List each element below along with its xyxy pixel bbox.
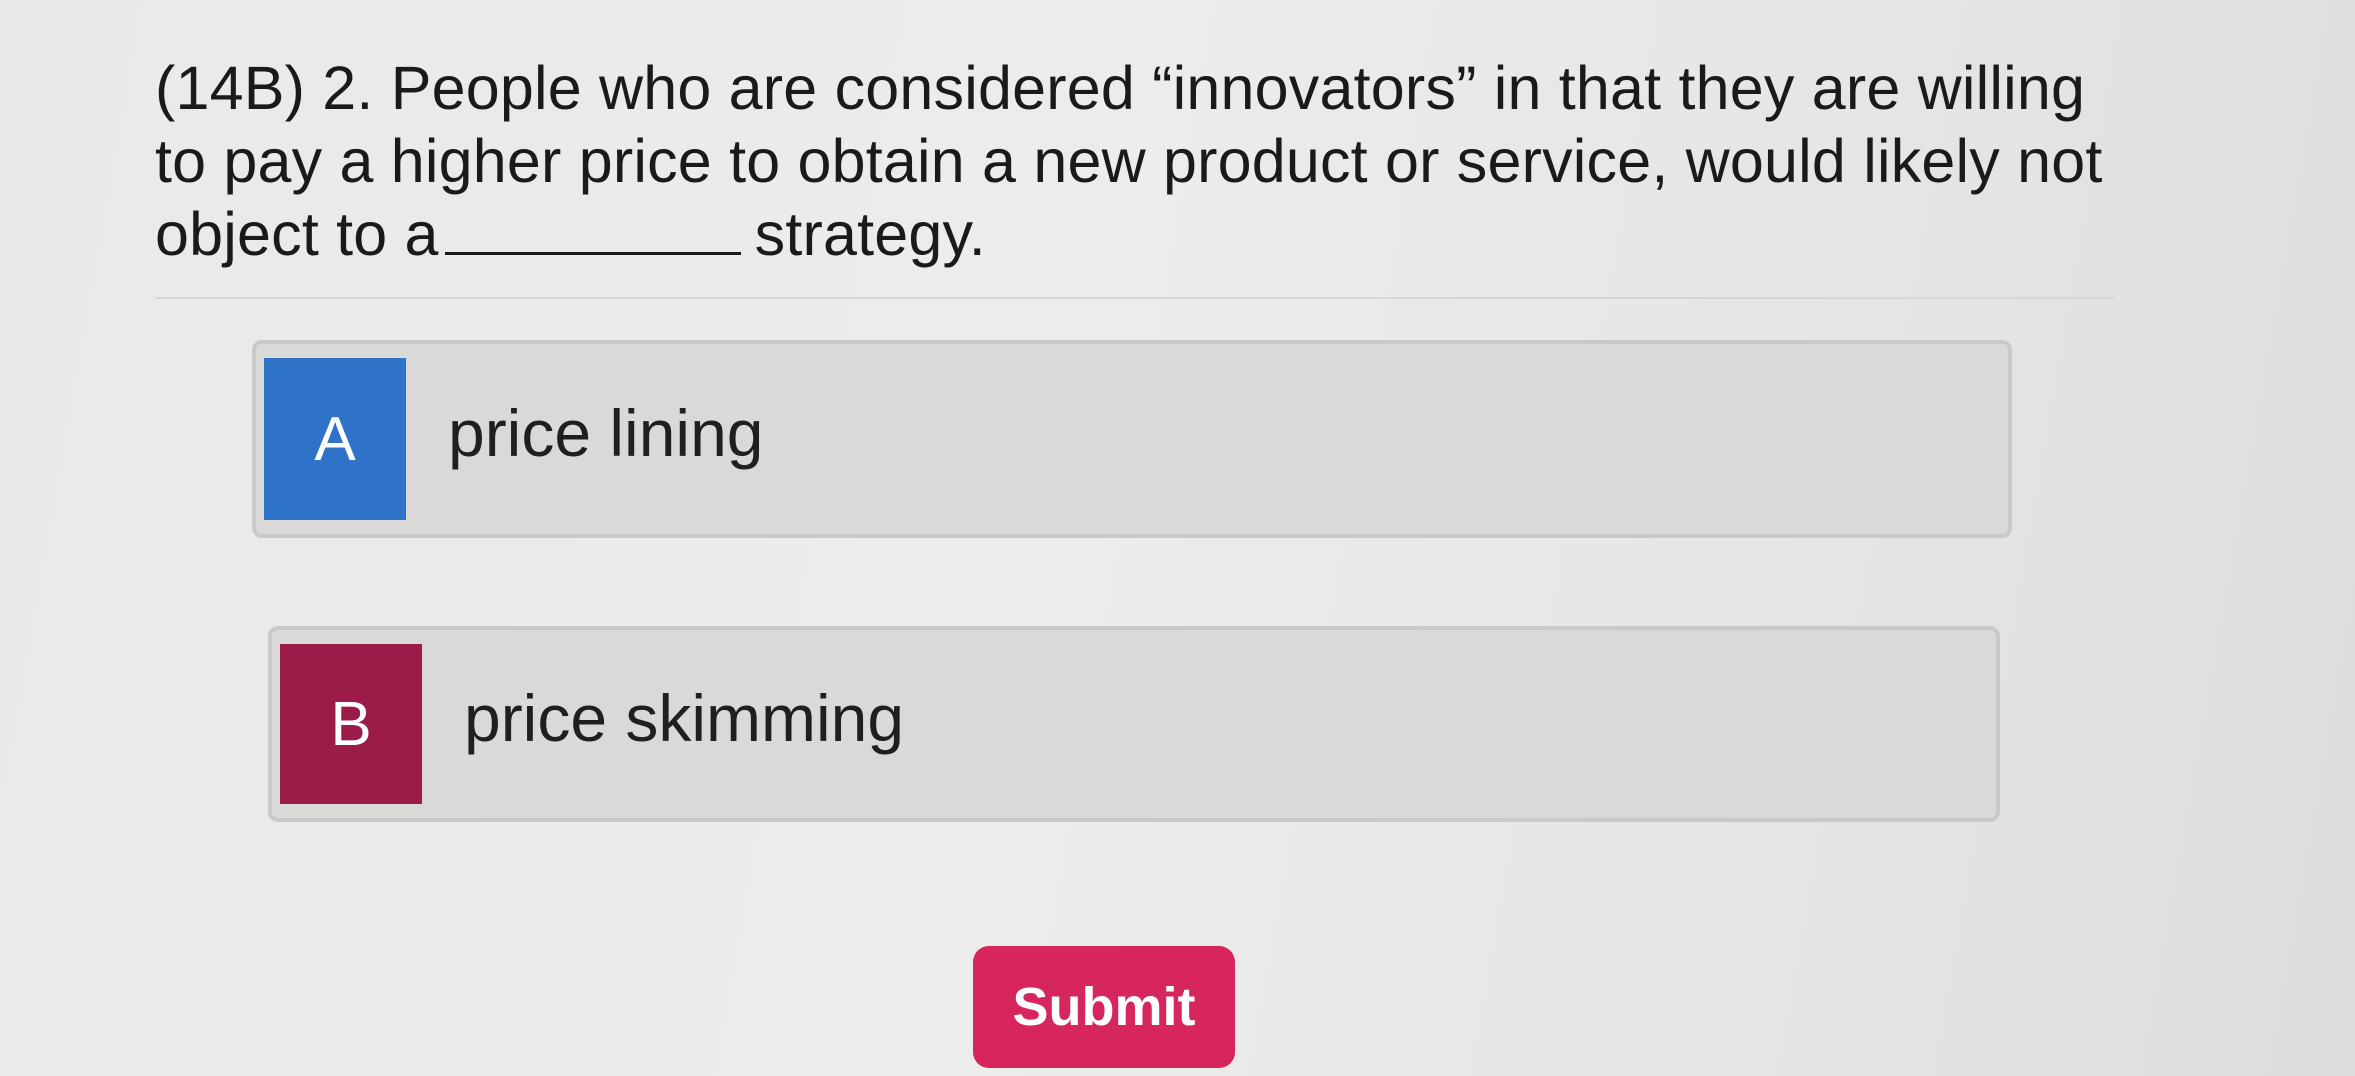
- question-text-part-2: strategy.: [754, 200, 986, 268]
- option-a-badge: A: [264, 358, 406, 520]
- option-a-letter: A: [314, 404, 356, 474]
- answer-blank: [444, 200, 741, 255]
- option-b-text: price skimming: [464, 681, 905, 755]
- option-b-badge: B: [280, 644, 422, 804]
- divider: [155, 297, 2115, 299]
- submit-button[interactable]: Submit: [973, 946, 1235, 1068]
- option-b-letter: B: [330, 689, 372, 759]
- question-text: (14B) 2. People who are considered “inno…: [155, 52, 2115, 271]
- option-a[interactable]: A price lining: [252, 340, 2012, 538]
- option-b[interactable]: B price skimming: [268, 626, 2000, 822]
- option-a-text: price lining: [448, 396, 764, 470]
